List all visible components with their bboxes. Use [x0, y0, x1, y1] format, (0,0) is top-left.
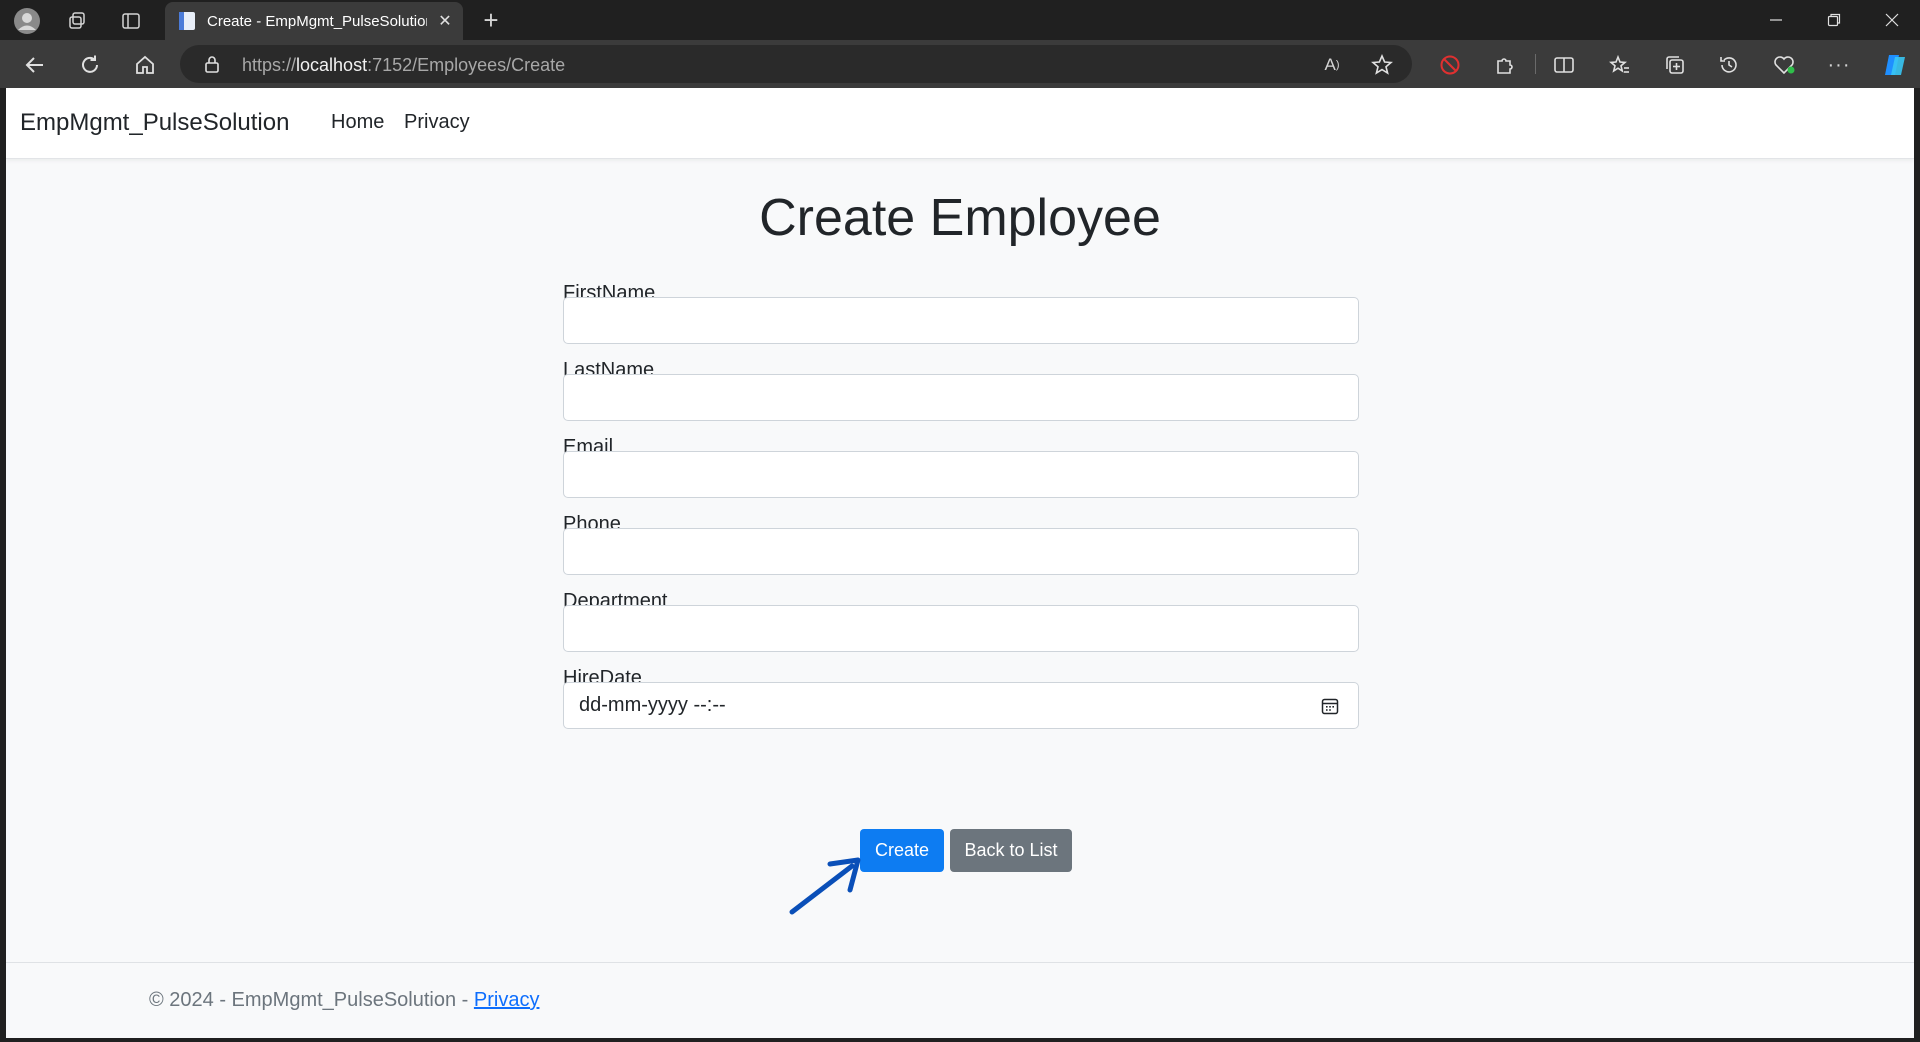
- address-bar[interactable]: https://localhost:7152/Employees/Create …: [180, 45, 1412, 83]
- page-favicon-icon: [177, 11, 197, 31]
- read-aloud-icon[interactable]: A): [1320, 53, 1344, 77]
- close-tab-icon[interactable]: ✕: [435, 11, 455, 31]
- form-group-firstname: FirstName: [563, 282, 1359, 359]
- lock-icon[interactable]: [202, 54, 222, 74]
- tab-actions-icon[interactable]: [118, 8, 144, 34]
- history-icon[interactable]: [1716, 52, 1742, 78]
- page-footer: © 2024 - EmpMgmt_PulseSolution - Privacy: [6, 962, 1914, 1038]
- phone-input[interactable]: [563, 528, 1359, 575]
- page-viewport: EmpMgmt_PulseSolution Home Privacy Creat…: [6, 88, 1914, 1038]
- lastname-input[interactable]: [563, 374, 1359, 421]
- browser-toolbar: https://localhost:7152/Employees/Create …: [0, 40, 1920, 88]
- browser-essentials-icon[interactable]: [1771, 52, 1797, 78]
- url-path: :7152/Employees/Create: [367, 55, 566, 75]
- create-button[interactable]: Create: [860, 829, 944, 872]
- more-options-icon[interactable]: ···: [1826, 52, 1852, 78]
- footer-privacy-link[interactable]: Privacy: [474, 989, 540, 1011]
- form-group-department: Department: [563, 590, 1359, 667]
- new-tab-icon[interactable]: +: [478, 5, 504, 35]
- nav-link-home[interactable]: Home: [331, 111, 384, 134]
- tracking-blocked-icon[interactable]: [1437, 52, 1463, 78]
- nav-link-privacy[interactable]: Privacy: [404, 111, 470, 134]
- page-title: Create Employee: [759, 189, 1161, 247]
- create-employee-form: FirstName LastName Email Phone Departmen…: [563, 282, 1359, 744]
- refresh-icon[interactable]: [77, 52, 103, 78]
- annotation-arrow-icon: [789, 857, 861, 915]
- home-icon[interactable]: [132, 52, 158, 78]
- collections-icon[interactable]: [1662, 52, 1688, 78]
- footer-copyright: © 2024 - EmpMgmt_PulseSolution -: [149, 989, 474, 1011]
- toolbar-divider: [1535, 54, 1536, 74]
- form-group-phone: Phone: [563, 513, 1359, 590]
- site-navbar: EmpMgmt_PulseSolution Home Privacy: [6, 88, 1914, 159]
- firstname-input[interactable]: [563, 297, 1359, 344]
- favorites-icon[interactable]: [1607, 52, 1633, 78]
- restore-icon[interactable]: [1806, 0, 1862, 40]
- email-input[interactable]: [563, 451, 1359, 498]
- form-group-lastname: LastName: [563, 359, 1359, 436]
- hiredate-placeholder: dd-mm-yyyy --:--: [579, 694, 726, 716]
- url-scheme: https://: [242, 55, 297, 75]
- calendar-icon[interactable]: [1320, 696, 1340, 716]
- site-brand[interactable]: EmpMgmt_PulseSolution: [20, 109, 289, 137]
- copilot-icon[interactable]: [1880, 50, 1910, 80]
- favorite-star-icon[interactable]: [1370, 53, 1394, 77]
- url-host: localhost: [296, 55, 368, 75]
- active-tab[interactable]: Create - EmpMgmt_PulseSolution ✕: [165, 2, 463, 40]
- extensions-icon[interactable]: [1492, 52, 1518, 78]
- back-icon[interactable]: [22, 52, 48, 78]
- hiredate-input[interactable]: dd-mm-yyyy --:--: [563, 682, 1359, 729]
- footer-text: © 2024 - EmpMgmt_PulseSolution - Privacy: [149, 989, 539, 1012]
- minimize-icon[interactable]: [1748, 0, 1804, 40]
- url-text[interactable]: https://localhost:7152/Employees/Create: [242, 55, 565, 76]
- split-screen-icon[interactable]: [1551, 52, 1577, 78]
- workspaces-icon[interactable]: [64, 8, 90, 34]
- form-group-email: Email: [563, 436, 1359, 513]
- profile-icon[interactable]: [12, 6, 42, 36]
- browser-tab-bar: Create - EmpMgmt_PulseSolution ✕ +: [0, 0, 1920, 40]
- form-group-hiredate: HireDate dd-mm-yyyy --:--: [563, 667, 1359, 744]
- close-window-icon[interactable]: [1864, 0, 1920, 40]
- back-to-list-button[interactable]: Back to List: [950, 829, 1072, 872]
- tab-title: Create - EmpMgmt_PulseSolution: [207, 12, 427, 30]
- department-input[interactable]: [563, 605, 1359, 652]
